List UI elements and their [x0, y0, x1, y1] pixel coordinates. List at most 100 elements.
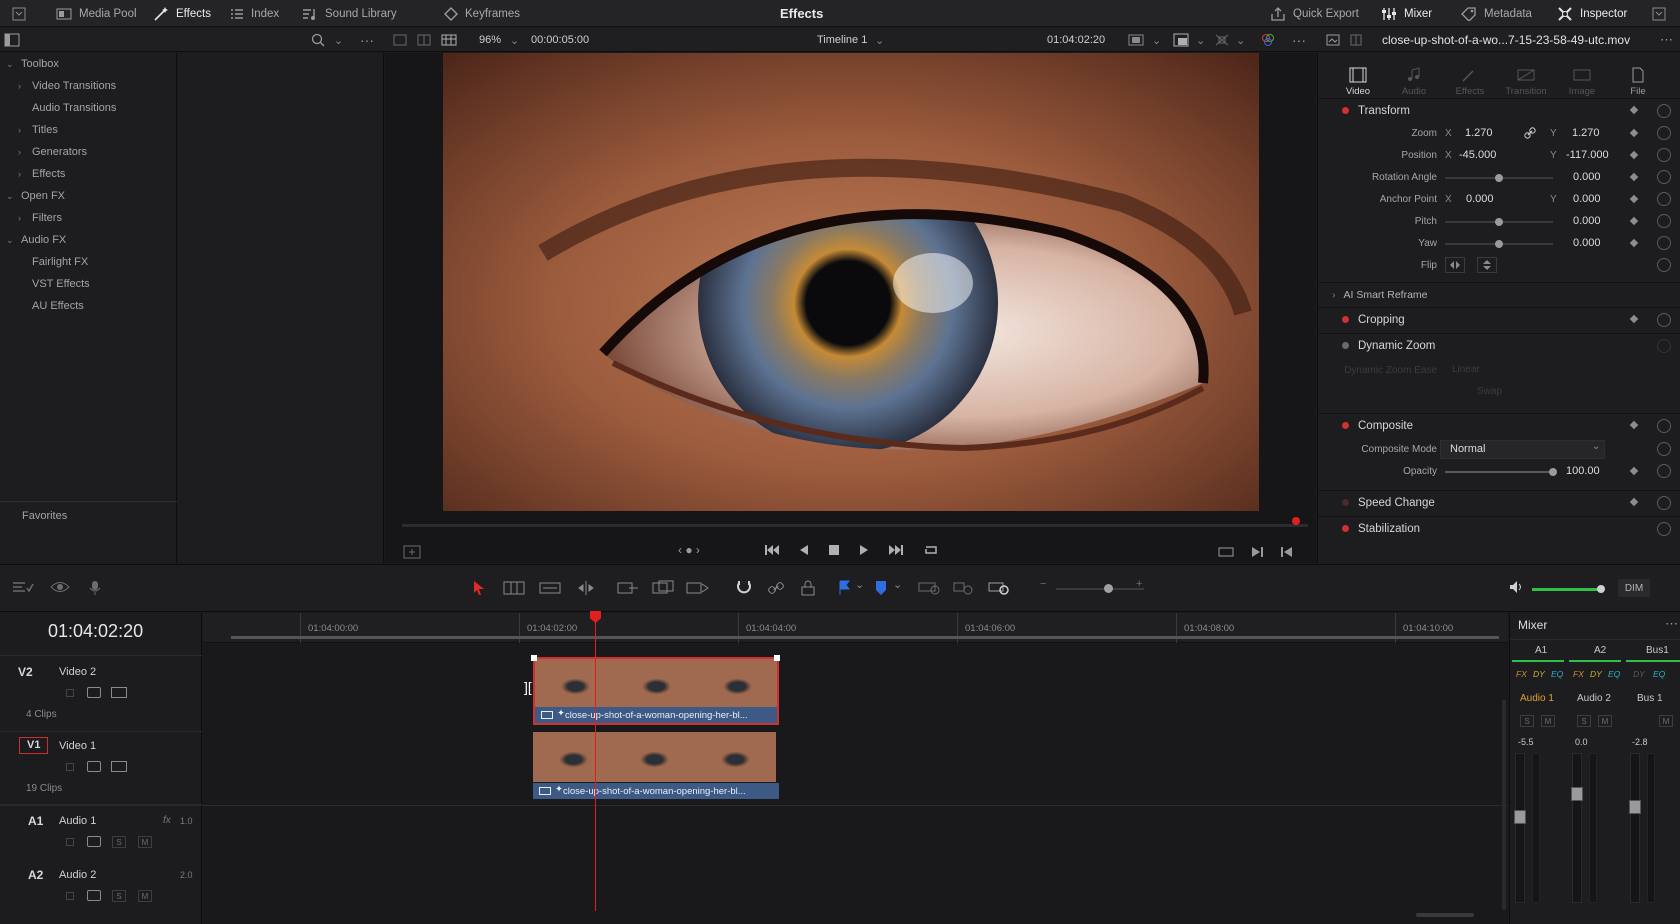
- flip-horizontal-icon[interactable]: [1445, 257, 1465, 273]
- position-x-field[interactable]: -45.000: [1459, 149, 1496, 161]
- mixer-more-options-icon[interactable]: ⋯: [1665, 616, 1678, 632]
- pitch-slider-knob[interactable]: [1495, 218, 1503, 226]
- keyframe-diamond-icon[interactable]: [1629, 105, 1639, 115]
- stabilization-section-header[interactable]: Stabilization: [1318, 516, 1680, 540]
- insert-clip-icon[interactable]: [617, 580, 639, 596]
- transform-chevron-down-icon[interactable]: ⌄: [1236, 28, 1245, 52]
- viewer-more-options-icon[interactable]: ···: [1292, 28, 1306, 52]
- sidebar-toggle-icon[interactable]: [4, 28, 20, 52]
- timeline-options-icon[interactable]: [12, 580, 34, 594]
- overwrite-clip-icon[interactable]: [652, 580, 674, 596]
- selection-tool-icon[interactable]: [472, 580, 486, 596]
- full-extent-zoom-icon[interactable]: [918, 580, 942, 596]
- keyframe-diamond-icon[interactable]: [1629, 314, 1639, 324]
- zoom-in-icon[interactable]: +: [1136, 578, 1142, 590]
- reset-icon[interactable]: [1657, 313, 1671, 327]
- view-options-icon[interactable]: [50, 580, 70, 594]
- fader-cap-a1[interactable]: [1514, 810, 1526, 824]
- anchor-y-field[interactable]: 0.000: [1573, 193, 1601, 205]
- enable-toggle-icon[interactable]: [1342, 316, 1349, 323]
- enable-toggle-icon[interactable]: [1342, 499, 1349, 506]
- microphone-icon[interactable]: [88, 580, 102, 596]
- position-lock-icon[interactable]: [801, 580, 815, 596]
- linked-selection-icon[interactable]: [768, 580, 784, 596]
- zoom-chevron-down-icon[interactable]: ⌄: [510, 28, 519, 52]
- marker-icon[interactable]: [875, 580, 887, 596]
- search-options-chevron-icon[interactable]: ⌄: [334, 28, 343, 52]
- keyframe-diamond-icon[interactable]: [1629, 238, 1639, 248]
- timeline-chevron-down-icon[interactable]: ⌄: [875, 28, 884, 52]
- keyframes-button[interactable]: Keyframes: [444, 0, 520, 27]
- tree-item-filters[interactable]: › Filters: [18, 207, 62, 229]
- dynamic-trim-icon[interactable]: [539, 580, 561, 596]
- mixer-button[interactable]: Mixer: [1381, 0, 1432, 27]
- tree-item-open-fx[interactable]: ⌄ Open FX: [6, 185, 65, 207]
- viewer-frame[interactable]: [443, 53, 1259, 511]
- enable-toggle-icon[interactable]: [1342, 342, 1349, 349]
- mute-button[interactable]: M: [1541, 715, 1555, 727]
- dynamics-toggle[interactable]: DY: [1633, 669, 1645, 679]
- auto-track-select-icon[interactable]: [87, 836, 101, 847]
- auto-track-select-icon[interactable]: [87, 687, 101, 698]
- tree-item-generators[interactable]: › Generators: [18, 141, 87, 163]
- blade-tool-icon[interactable]: [575, 580, 597, 596]
- horizontal-scrollbar[interactable]: [1416, 913, 1474, 917]
- lock-icon[interactable]: [66, 763, 74, 771]
- inspector-button[interactable]: Inspector: [1557, 0, 1627, 27]
- transform-section-header[interactable]: Transform: [1318, 98, 1680, 122]
- timeline-name[interactable]: Timeline 1: [817, 28, 867, 52]
- viewer-mode-icon[interactable]: [441, 28, 457, 52]
- fader-track-a1[interactable]: [1515, 753, 1525, 903]
- dynamic-zoom-section-header[interactable]: Dynamic Zoom: [1318, 333, 1680, 357]
- link-icon[interactable]: [1524, 127, 1536, 139]
- auto-track-select-icon[interactable]: [87, 761, 101, 772]
- solo-button[interactable]: S: [112, 890, 126, 902]
- favorites-section[interactable]: Favorites: [22, 505, 67, 527]
- tab-audio[interactable]: Audio: [1386, 57, 1442, 97]
- eq-toggle[interactable]: EQ: [1653, 669, 1665, 679]
- eq-toggle[interactable]: EQ: [1551, 669, 1563, 679]
- keyframe-diamond-icon[interactable]: [1629, 194, 1639, 204]
- index-button[interactable]: Index: [230, 0, 279, 27]
- keyframe-diamond-icon[interactable]: [1629, 172, 1639, 182]
- mute-button[interactable]: M: [1598, 715, 1612, 727]
- reset-icon[interactable]: [1657, 236, 1671, 250]
- flip-vertical-icon[interactable]: [1477, 257, 1497, 273]
- sound-library-button[interactable]: Sound Library: [302, 0, 397, 27]
- metadata-button[interactable]: Metadata: [1461, 0, 1532, 27]
- timeline-zoom-slider[interactable]: [1056, 588, 1144, 590]
- track-header-v1[interactable]: V1 Video 1 19 Clips: [0, 732, 202, 807]
- opacity-slider-knob[interactable]: [1549, 468, 1557, 476]
- fx-toggle[interactable]: FX: [1573, 669, 1584, 679]
- flag-icon[interactable]: [838, 580, 850, 596]
- custom-zoom-icon[interactable]: [988, 580, 1012, 596]
- ai-smart-reframe-section[interactable]: › AI Smart Reframe: [1318, 282, 1680, 306]
- anchor-x-field[interactable]: 0.000: [1466, 193, 1494, 205]
- dynamics-toggle[interactable]: DY: [1590, 669, 1602, 679]
- tree-item-toolbox[interactable]: ⌄ Toolbox: [6, 53, 59, 75]
- pitch-field[interactable]: 0.000: [1573, 215, 1601, 227]
- tab-image[interactable]: Image: [1554, 57, 1610, 97]
- speed-change-section-header[interactable]: Speed Change: [1318, 490, 1680, 514]
- keyframe-diamond-icon[interactable]: [1629, 497, 1639, 507]
- reset-icon[interactable]: [1657, 170, 1671, 184]
- tab-transition[interactable]: Transition: [1498, 57, 1554, 97]
- lock-icon[interactable]: [66, 689, 74, 697]
- reset-icon[interactable]: [1657, 192, 1671, 206]
- clip-v1[interactable]: ✦ close-up-shot-of-a-woman-opening-her-b…: [533, 732, 779, 799]
- transform-tool-icon[interactable]: [1214, 28, 1230, 52]
- timeline-tracks-area[interactable]: [203, 613, 1508, 924]
- opacity-slider[interactable]: [1445, 471, 1553, 473]
- mute-button[interactable]: M: [1659, 715, 1673, 727]
- dz-ease-dropdown[interactable]: Linear: [1452, 364, 1480, 375]
- overlay-icon[interactable]: [1173, 28, 1189, 52]
- mark-in-icon[interactable]: [1250, 545, 1264, 559]
- inspector-more-options-icon[interactable]: ⋯: [1660, 28, 1673, 52]
- track-header-a1[interactable]: A1 Audio 1 fx 1.0 S M: [0, 808, 202, 861]
- mark-out-icon[interactable]: [1280, 545, 1294, 559]
- tree-item-audio-fx[interactable]: ⌄ Audio FX: [6, 229, 66, 251]
- eq-toggle[interactable]: EQ: [1608, 669, 1620, 679]
- detail-zoom-icon[interactable]: [953, 580, 975, 596]
- viewer-scrubber[interactable]: [402, 524, 1308, 527]
- reset-icon[interactable]: [1657, 442, 1671, 456]
